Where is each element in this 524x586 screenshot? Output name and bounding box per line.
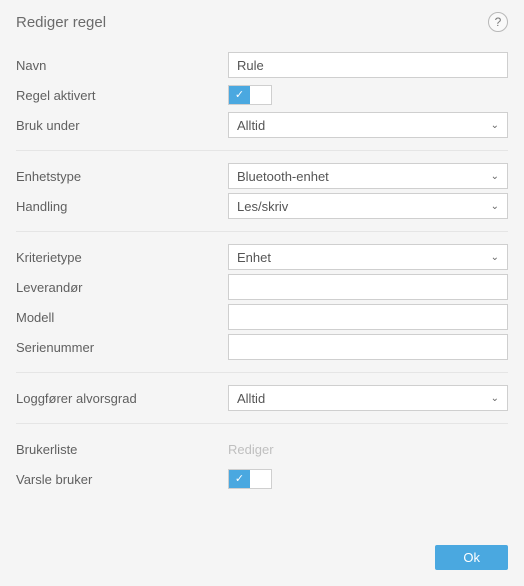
dialog-title: Rediger regel — [16, 14, 106, 31]
divider — [16, 231, 508, 232]
help-button[interactable]: ? — [488, 12, 508, 32]
model-label: Modell — [16, 310, 228, 325]
ok-button[interactable]: Ok — [435, 545, 508, 570]
notify-user-toggle[interactable]: ✓ — [228, 469, 272, 489]
device-type-select[interactable]: Bluetooth-enhet ⌄ — [228, 163, 508, 189]
model-input[interactable] — [228, 304, 508, 330]
check-icon: ✓ — [235, 474, 244, 485]
rule-enabled-label: Regel aktivert — [16, 88, 228, 103]
divider — [16, 150, 508, 151]
criteria-type-value: Enhet — [237, 250, 271, 265]
chevron-down-icon: ⌄ — [491, 393, 499, 404]
use-during-label: Bruk under — [16, 118, 228, 133]
serial-number-input[interactable] — [228, 334, 508, 360]
logging-severity-select[interactable]: Alltid ⌄ — [228, 385, 508, 411]
serial-number-label: Serienummer — [16, 340, 228, 355]
chevron-down-icon: ⌄ — [491, 171, 499, 182]
user-list-label: Brukerliste — [16, 442, 228, 457]
dialog-footer: Ok — [0, 529, 524, 586]
chevron-down-icon: ⌄ — [491, 252, 499, 263]
name-input[interactable] — [228, 52, 508, 78]
divider — [16, 423, 508, 424]
use-during-select[interactable]: Alltid ⌄ — [228, 112, 508, 138]
user-list-edit-link: Rediger — [228, 442, 274, 457]
dialog-header: Rediger regel ? — [0, 0, 524, 44]
device-type-value: Bluetooth-enhet — [237, 169, 329, 184]
use-during-value: Alltid — [237, 118, 265, 133]
chevron-down-icon: ⌄ — [491, 201, 499, 212]
vendor-input[interactable] — [228, 274, 508, 300]
divider — [16, 372, 508, 373]
action-label: Handling — [16, 199, 228, 214]
notify-user-label: Varsle bruker — [16, 472, 228, 487]
rule-enabled-toggle[interactable]: ✓ — [228, 85, 272, 105]
name-label: Navn — [16, 58, 228, 73]
check-icon: ✓ — [235, 90, 244, 101]
chevron-down-icon: ⌄ — [491, 120, 499, 131]
action-value: Les/skriv — [237, 199, 288, 214]
vendor-label: Leverandør — [16, 280, 228, 295]
action-select[interactable]: Les/skriv ⌄ — [228, 193, 508, 219]
logging-severity-label: Loggfører alvorsgrad — [16, 391, 228, 406]
logging-severity-value: Alltid — [237, 391, 265, 406]
criteria-type-select[interactable]: Enhet ⌄ — [228, 244, 508, 270]
device-type-label: Enhetstype — [16, 169, 228, 184]
criteria-type-label: Kriterietype — [16, 250, 228, 265]
help-icon: ? — [495, 15, 502, 29]
